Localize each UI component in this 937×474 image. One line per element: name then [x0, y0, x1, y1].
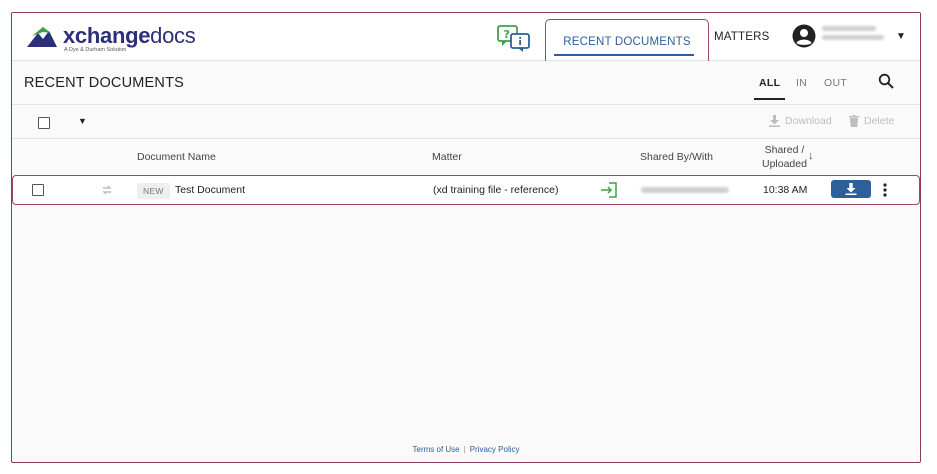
chevron-down-icon: ▼ — [896, 31, 906, 42]
matter-cell: (xd training file - reference) — [433, 184, 559, 196]
user-menu[interactable]: ▼ — [792, 23, 917, 53]
row-checkbox[interactable] — [32, 184, 44, 196]
tab-recent-documents[interactable]: RECENT DOCUMENTS — [545, 19, 709, 65]
logo-tagline: A Dye & Durham Solution — [64, 47, 127, 53]
sync-status-icon — [102, 185, 112, 195]
select-options-caret-icon[interactable]: ▼ — [78, 116, 87, 126]
column-header-shared-by-with[interactable]: Shared By/With — [640, 151, 713, 163]
app-window: xchangedocs A Dye & Durham Solution ? RE… — [11, 12, 921, 463]
help-chat-icon[interactable]: ? — [497, 25, 531, 53]
table-header: Document Name Matter Shared By/With Shar… — [12, 139, 920, 175]
shared-time: 10:38 AM — [763, 184, 808, 196]
row-download-button[interactable] — [831, 180, 871, 198]
filter-all[interactable]: ALL — [754, 77, 786, 100]
brand-logo[interactable]: xchangedocs A Dye & Durham Solution — [27, 21, 202, 53]
top-bar: xchangedocs A Dye & Durham Solution ? RE… — [12, 13, 920, 65]
column-header-matter[interactable]: Matter — [432, 151, 462, 163]
column-header-shared-line1: Shared / — [764, 144, 805, 156]
document-name-link[interactable]: Test Document — [175, 184, 245, 196]
download-icon — [845, 183, 857, 195]
shared-by-redacted — [641, 187, 729, 193]
download-button[interactable]: Download — [769, 115, 832, 127]
filter-out[interactable]: OUT — [824, 77, 847, 89]
privacy-policy-link[interactable]: Privacy Policy — [470, 445, 520, 454]
search-icon[interactable] — [878, 73, 894, 89]
active-tab-indicator — [554, 53, 694, 56]
download-icon — [769, 115, 780, 127]
delete-label: Delete — [864, 115, 895, 127]
column-header-shared-uploaded[interactable]: Shared / Uploaded — [762, 143, 807, 171]
tab-matters-label: MATTERS — [714, 31, 770, 43]
column-header-shared-line2: Uploaded — [762, 158, 807, 170]
delete-button[interactable]: Delete — [849, 115, 894, 127]
account-circle-icon — [792, 24, 816, 48]
filter-in[interactable]: IN — [796, 77, 807, 89]
more-vertical-icon[interactable] — [881, 182, 889, 198]
table-row[interactable]: NEW Test Document (xd training file - re… — [12, 175, 920, 205]
terms-of-use-link[interactable]: Terms of Use — [413, 445, 460, 454]
column-header-document-name[interactable]: Document Name — [137, 151, 216, 163]
title-row: RECENT DOCUMENTS ALL IN OUT — [12, 61, 920, 105]
svg-text:?: ? — [504, 28, 510, 41]
footer: Terms of Use | Privacy Policy — [12, 445, 920, 454]
select-all-checkbox[interactable] — [38, 117, 50, 129]
trash-icon — [849, 115, 859, 127]
tab-recent-documents-label: RECENT DOCUMENTS — [563, 36, 691, 48]
received-document-icon — [601, 182, 617, 198]
page-title: RECENT DOCUMENTS — [24, 75, 185, 91]
user-name-redacted — [822, 26, 884, 46]
logo-mark-icon — [27, 27, 57, 47]
table-toolbar: ▼ Download Delete — [12, 105, 920, 139]
tab-matters[interactable]: MATTERS — [714, 13, 769, 61]
sort-descending-icon[interactable]: ↓ — [808, 150, 814, 162]
active-filter-indicator — [754, 98, 786, 100]
filter-all-label: ALL — [759, 77, 781, 89]
logo-text: xchangedocs — [63, 23, 196, 48]
download-label: Download — [785, 115, 832, 127]
status-badge: NEW — [137, 183, 170, 199]
footer-separator: | — [463, 445, 466, 454]
